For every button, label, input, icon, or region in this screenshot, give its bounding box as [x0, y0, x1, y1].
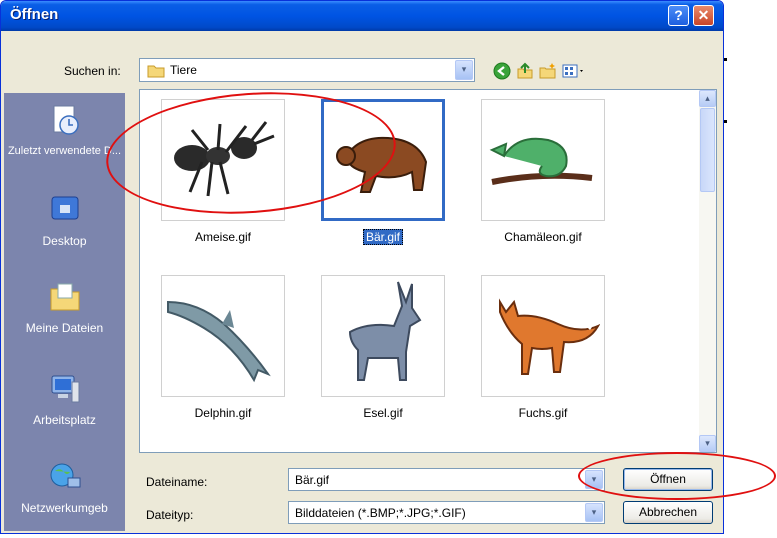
- place-my-documents-label: Meine Dateien: [25, 321, 104, 335]
- filetype-value: Bilddateien (*.BMP;*.JPG;*.GIF): [295, 506, 466, 520]
- place-my-documents[interactable]: Meine Dateien: [4, 280, 125, 335]
- help-button[interactable]: ?: [668, 5, 689, 26]
- recent-documents-icon: [53, 105, 79, 135]
- file-name: Delphin.gif: [194, 406, 252, 420]
- filetype-dropdown-button[interactable]: ▾: [585, 503, 603, 522]
- dialog-title: Öffnen: [10, 6, 59, 23]
- filename-label: Dateiname:: [146, 475, 208, 489]
- filetype-select[interactable]: Bilddateien (*.BMP;*.JPG;*.GIF) ▾: [288, 501, 605, 524]
- place-desktop[interactable]: Desktop: [4, 193, 125, 248]
- place-network-label: Netzwerkumgeb: [21, 501, 108, 515]
- dolphin-thumbnail: [161, 275, 285, 397]
- cancel-button[interactable]: Abbrechen: [623, 501, 713, 524]
- file-tile-chamaeleon[interactable]: Chamäleon.gif: [481, 99, 605, 244]
- file-name: Bär.gif: [321, 229, 445, 245]
- up-folder-icon[interactable]: [516, 62, 534, 80]
- fox-thumbnail: [481, 275, 605, 397]
- network-places-icon: [50, 463, 80, 488]
- donkey-thumbnail: [321, 275, 445, 397]
- chameleon-thumbnail: [481, 99, 605, 221]
- title-bar[interactable]: Öffnen ? ✕: [1, 1, 723, 31]
- file-name: Fuchs.gif: [518, 406, 568, 420]
- background-mark: [724, 58, 727, 61]
- scroll-down-button[interactable]: ▾: [699, 435, 716, 452]
- my-documents-icon: [50, 283, 79, 311]
- view-menu-icon[interactable]: [562, 62, 586, 80]
- annotation-ellipse-open: [578, 452, 776, 500]
- look-in-combo[interactable]: Tiere ▾: [139, 58, 475, 82]
- place-desktop-label: Desktop: [42, 234, 87, 248]
- look-in-label: Suchen in:: [64, 64, 121, 78]
- look-in-dropdown-button[interactable]: ▾: [455, 60, 473, 80]
- filetype-label: Dateityp:: [146, 508, 194, 522]
- filename-value: Bär.gif: [295, 473, 330, 487]
- place-recent[interactable]: Zuletzt verwendete D...: [4, 103, 125, 158]
- folder-icon: [147, 65, 165, 78]
- filename-field[interactable]: Bär.gif ▾: [288, 468, 605, 491]
- file-tile-esel[interactable]: Esel.gif: [321, 275, 445, 420]
- file-name: Chamäleon.gif: [504, 230, 582, 244]
- close-button[interactable]: ✕: [693, 5, 714, 26]
- back-icon[interactable]: [493, 62, 511, 80]
- desktop-icon: [51, 196, 78, 220]
- place-my-computer-label: Arbeitsplatz: [33, 413, 96, 427]
- my-computer-icon: [51, 375, 79, 403]
- place-network[interactable]: Netzwerkumgeb: [4, 460, 125, 515]
- scroll-thumb[interactable]: [700, 108, 715, 192]
- file-name: Ameise.gif: [194, 230, 252, 244]
- background-mark: [724, 120, 727, 123]
- vertical-scrollbar[interactable]: ▴ ▾: [699, 90, 716, 452]
- file-tile-fuchs[interactable]: Fuchs.gif: [481, 275, 605, 420]
- open-dialog: Öffnen ? ✕ Suchen in: Tiere ▾ Zuletzt ve…: [0, 0, 724, 534]
- look-in-value: Tiere: [170, 63, 197, 77]
- place-my-computer[interactable]: Arbeitsplatz: [4, 372, 125, 427]
- file-tile-delphin[interactable]: Delphin.gif: [161, 275, 285, 420]
- scroll-up-button[interactable]: ▴: [699, 90, 716, 107]
- file-name: Esel.gif: [363, 406, 403, 420]
- new-folder-icon[interactable]: [539, 62, 557, 80]
